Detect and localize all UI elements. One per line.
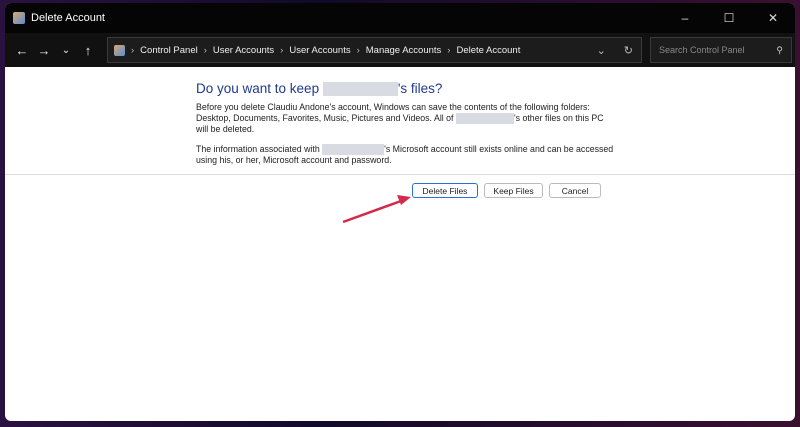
maximize-button[interactable]: ☐ [707, 3, 751, 33]
breadcrumb-item[interactable]: Delete Account [456, 45, 520, 56]
breadcrumb-item[interactable]: Manage Accounts [366, 45, 442, 56]
breadcrumb-item[interactable]: User Accounts [289, 45, 350, 56]
delete-account-window: Delete Account – ☐ ✕ ← → ⌄ ↑ › Control Pa… [5, 3, 795, 421]
recent-locations-button[interactable]: ⌄ [55, 45, 77, 56]
content-area: Do you want to keep 's files? Before you… [5, 67, 795, 421]
forward-button[interactable]: → [33, 43, 55, 58]
address-bar[interactable]: › Control Panel › User Accounts › User Acco… [107, 37, 642, 63]
navigation-bar: ← → ⌄ ↑ › Control Panel › User Accounts › U… [5, 33, 795, 67]
search-placeholder: Search Control Panel [659, 45, 745, 55]
user-accounts-icon [13, 12, 25, 24]
breadcrumb-item[interactable]: Control Panel [140, 45, 198, 56]
annotation-arrow-icon [342, 195, 411, 224]
address-dropdown-icon[interactable]: ⌄ [597, 44, 606, 57]
refresh-icon[interactable]: ↻ [624, 44, 633, 57]
close-button[interactable]: ✕ [751, 3, 795, 33]
window-title: Delete Account [31, 12, 105, 24]
search-input[interactable]: Search Control Panel ⚲ [650, 37, 792, 63]
up-button[interactable]: ↑ [77, 43, 99, 58]
breadcrumb-item[interactable]: User Accounts [213, 45, 274, 56]
search-icon[interactable]: ⚲ [776, 45, 783, 56]
back-button[interactable]: ← [11, 43, 33, 58]
minimize-button[interactable]: – [663, 3, 707, 33]
title-bar: Delete Account – ☐ ✕ [5, 3, 795, 33]
user-accounts-icon [114, 44, 125, 56]
